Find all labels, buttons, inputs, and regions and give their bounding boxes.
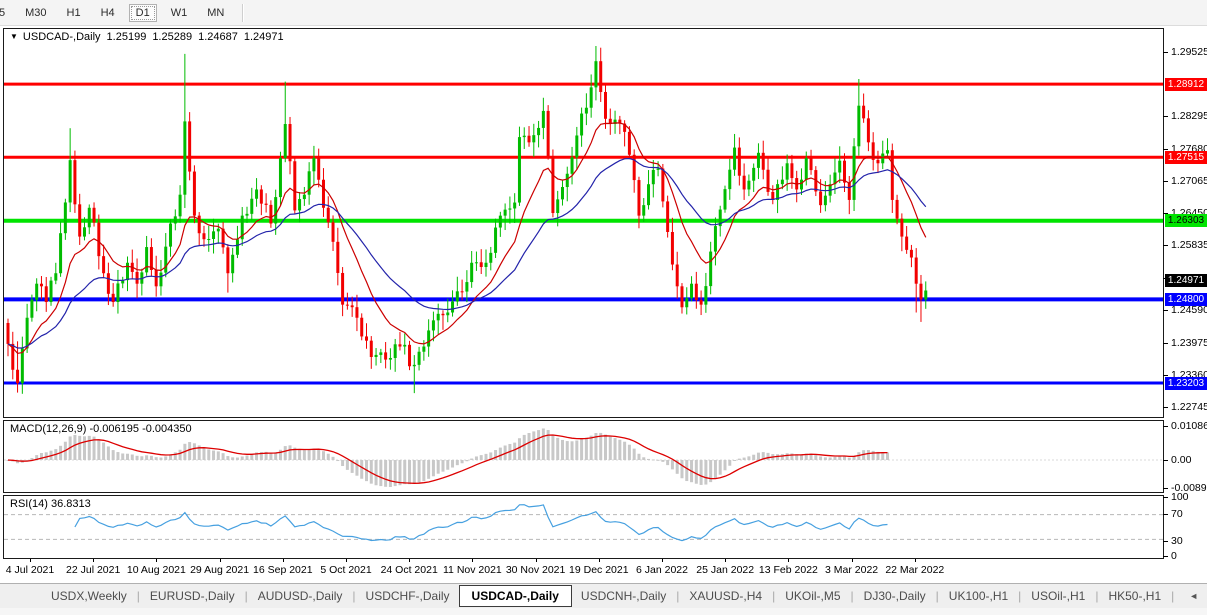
hline-price-badge: 1.26303 [1165, 214, 1207, 228]
price-tick-label: 1.23975 [1171, 336, 1207, 349]
status-strip [0, 608, 1207, 615]
price-tick-label: 0.010869 [1171, 420, 1207, 432]
macd-label: MACD(12,26,9) -0.006195 -0.004350 [10, 423, 192, 435]
timeframe-button-h1[interactable]: H1 [61, 4, 87, 22]
chart-tab-uk100h1[interactable]: UK100-,H1 [940, 586, 1017, 606]
last-price-badge: 1.24971 [1165, 273, 1207, 287]
date-tick-mark [598, 559, 600, 562]
timeframe-button-h4[interactable]: H4 [95, 4, 121, 22]
date-tick-mark [535, 559, 537, 562]
ohlc-open: 1.25199 [106, 31, 147, 43]
axis-tick-mark [1163, 180, 1168, 182]
date-tick-mark [30, 559, 31, 562]
date-tick-mark [409, 559, 411, 562]
candlestick-chart-canvas[interactable] [4, 29, 1163, 417]
timeframe-toolbar: 5 M30 H1 H4 D1 W1 MN [0, 0, 1207, 26]
date-tick-mark [156, 559, 158, 562]
hline-price-badge: 1.23203 [1165, 376, 1207, 390]
chart-tab-usdcaddaily[interactable]: USDCAD-,Daily [458, 585, 572, 607]
price-axis[interactable]: 1.29525 1.28295 1.27680 1.27065 1.26450 1.258… [1163, 28, 1207, 582]
macd-pane[interactable]: MACD(12,26,9) -0.006195 -0.004350 [3, 420, 1164, 493]
chart-title: ▼ USDCAD-,Daily 1.25199 1.25289 1.24687 1.249… [10, 31, 284, 43]
axis-tick-mark [1163, 407, 1168, 408]
axis-tick-mark [1163, 497, 1168, 498]
axis-tick-mark [1163, 116, 1168, 118]
chart-tab-usdchfdaily[interactable]: USDCHF-,Daily [357, 586, 459, 606]
price-tick-label: 30 [1171, 535, 1183, 547]
date-axis[interactable]: 4 Jul 2021 22 Jul 2021 10 Aug 2021 29 Aug 2… [3, 559, 1164, 582]
price-tick-label: 1.25835 [1171, 239, 1207, 252]
rsi-pane[interactable]: RSI(14) 36.8313 [3, 495, 1164, 559]
collapse-chart-icon[interactable]: ▼ [10, 32, 18, 41]
axis-tick-mark [1163, 342, 1168, 344]
date-tick-mark [725, 559, 727, 562]
date-tick-mark [219, 559, 221, 562]
chart-tab-xauusdh4[interactable]: XAUUSD-,H4 [680, 586, 771, 606]
price-tick-label: 1.27065 [1171, 174, 1207, 187]
axis-tick-mark [1163, 52, 1168, 54]
chart-tab-dj30daily[interactable]: DJ30-,Daily [855, 586, 935, 606]
date-tick-mark [662, 559, 663, 562]
chart-symbol-label: USDCAD-,Daily [22, 31, 101, 43]
axis-tick-mark [1163, 556, 1168, 557]
tab-scroll-left-icon[interactable]: ◄ [1189, 591, 1198, 601]
chart-tab-ukoilm5[interactable]: UKOil-,M5 [776, 586, 849, 606]
price-tick-label: 0.00 [1171, 454, 1192, 466]
chart-tab-usoilh1[interactable]: USOil-,H1 [1022, 586, 1094, 606]
price-tick-label: 0 [1171, 550, 1177, 562]
price-tick-label: 1.29525 [1171, 46, 1207, 59]
price-tick-label: 100 [1171, 491, 1189, 503]
axis-tick-mark [1163, 460, 1168, 461]
date-tick-mark [472, 559, 474, 562]
chart-tab-usdxweekly[interactable]: USDX,Weekly [42, 586, 136, 606]
price-tick-label: 70 [1171, 508, 1183, 520]
rsi-chart-canvas[interactable] [4, 496, 1163, 558]
hline-price-badge: 1.27515 [1165, 150, 1207, 164]
axis-tick-mark [1163, 148, 1168, 150]
date-tick-mark [914, 559, 916, 562]
date-tick-mark [788, 559, 790, 562]
price-tick-label: 1.28295 [1171, 110, 1207, 123]
tab-separator: | [1171, 589, 1175, 603]
chart-tab-usdcnhdaily[interactable]: USDCNH-,Daily [572, 586, 675, 606]
timeframe-button-m30[interactable]: M30 [19, 4, 52, 22]
chart-tab-eurusddaily[interactable]: EURUSD-,Daily [141, 586, 244, 606]
hline-price-badge: 1.24800 [1165, 292, 1207, 306]
date-tick-mark [282, 559, 284, 562]
axis-tick-mark [1163, 488, 1168, 489]
chart-tab-audusddaily[interactable]: AUDUSD-,Daily [249, 586, 352, 606]
timeframe-button-w1[interactable]: W1 [165, 4, 194, 22]
date-tick-mark [93, 559, 95, 562]
toolbar-separator [242, 3, 245, 22]
tab-scroll-controls: ◄► [1189, 591, 1207, 601]
axis-tick-mark [1163, 541, 1168, 542]
axis-tick-mark [1163, 245, 1168, 247]
ohlc-low: 1.24687 [198, 31, 238, 43]
price-tick-label: 1.24590 [1171, 304, 1207, 317]
date-tick-mark [851, 559, 853, 562]
ohlc-close: 1.24971 [243, 31, 284, 43]
main-chart-pane[interactable]: ▼ USDCAD-,Daily 1.25199 1.25289 1.24687 1.249… [3, 28, 1164, 418]
ohlc-high: 1.25289 [152, 31, 193, 43]
timeframe-button-5[interactable]: 5 [0, 4, 11, 22]
date-tick-label: 22 Mar 2022 [885, 564, 945, 576]
hline-price-badge: 1.28912 [1165, 77, 1207, 91]
timeframe-button-d1[interactable]: D1 [128, 3, 157, 22]
chart-tab-bar: USDX,Weekly | EURUSD-,Daily | AUDUSD-,Daily |… [0, 583, 1207, 608]
axis-tick-mark [1163, 514, 1168, 515]
rsi-label: RSI(14) 36.8313 [10, 498, 91, 510]
axis-tick-mark [1163, 426, 1168, 427]
axis-tick-mark [1163, 310, 1168, 312]
timeframe-button-mn[interactable]: MN [201, 4, 230, 22]
date-tick-mark [346, 559, 347, 562]
price-tick-label: 1.22745 [1171, 401, 1207, 413]
chart-tab-hk50h1[interactable]: HK50-,H1 [1099, 586, 1170, 606]
